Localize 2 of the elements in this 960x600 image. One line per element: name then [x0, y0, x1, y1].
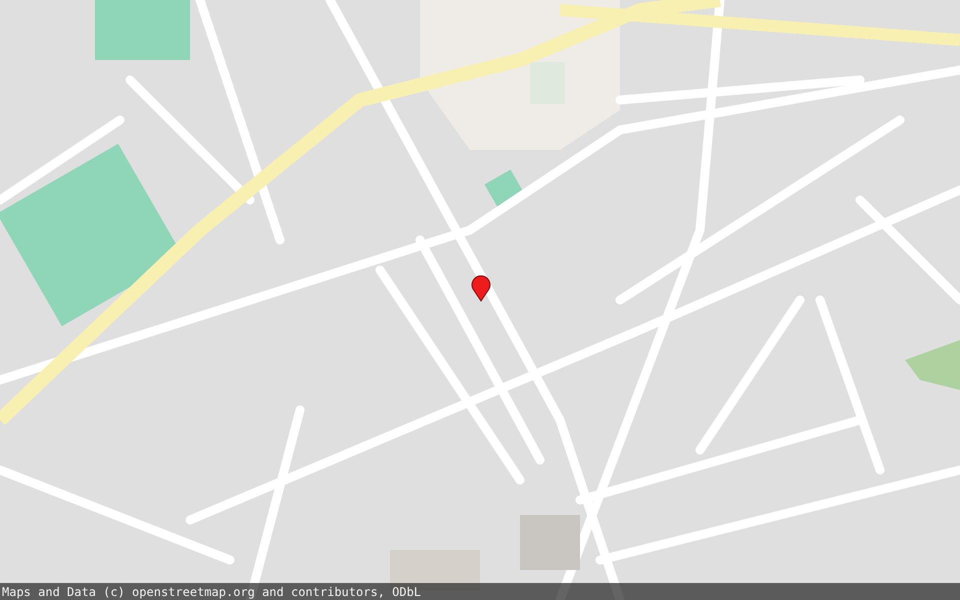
map-pin-icon[interactable]	[470, 274, 492, 302]
attribution-text: Maps and Data (c) openstreetmap.org and contributors, ODbL	[2, 584, 422, 598]
